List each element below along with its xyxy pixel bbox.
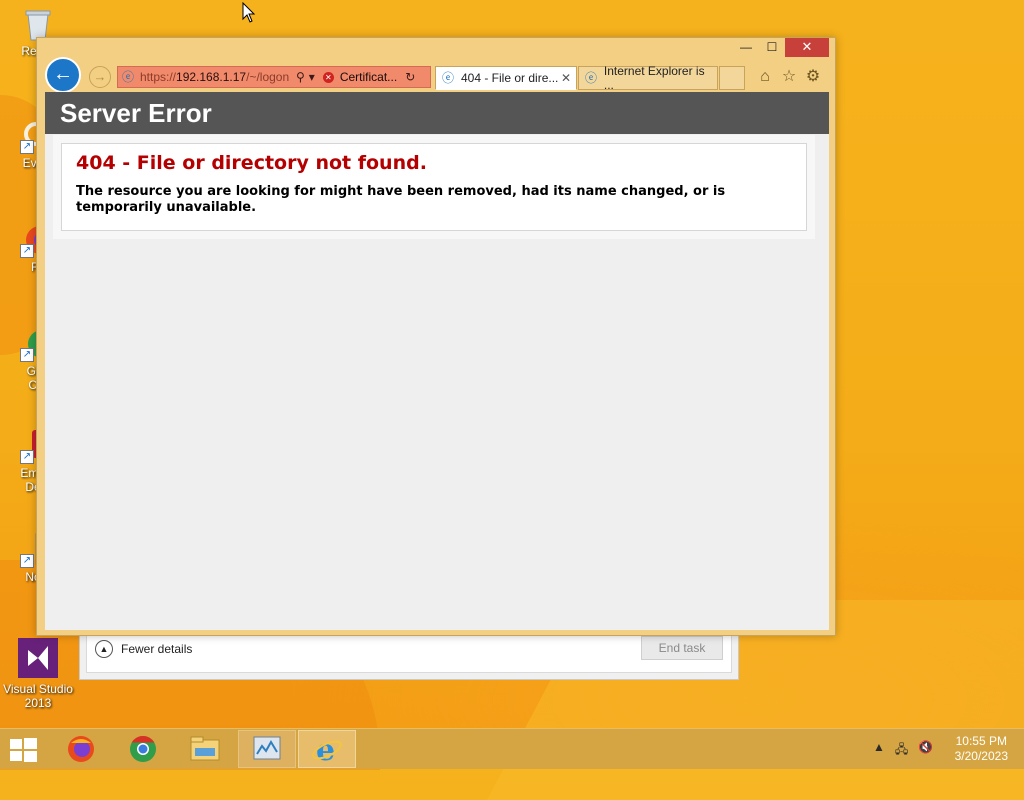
tab-internet-explorer[interactable]: ⓔ Internet Explorer is ... [578,64,718,92]
desktop-icon-label: 2013 [24,696,52,710]
refresh-icon[interactable]: ↻ [405,70,415,84]
firefox-icon [68,736,94,762]
browser-tools: ⌂ ☆ ⚙ [753,66,825,88]
page-header: Server Error [45,92,829,134]
internet-explorer-icon: ⓔ [442,71,455,85]
page-icon: ⓔ [122,70,135,84]
internet-explorer-icon: ⓔ [585,71,598,85]
settings-gear-icon[interactable]: ⚙ [801,66,825,88]
internet-explorer-window: — ☐ ✕ ← → ⓔ https://192.168.1.17/~/logon… [36,37,836,636]
error-title: 404 - File or directory not found. [76,152,427,174]
tab-title: Internet Explorer is ... [603,64,705,92]
desktop-icon-label: Visual Studio [3,682,73,696]
favorites-icon[interactable]: ☆ [777,66,801,88]
taskbar-internet-explorer[interactable]: e [298,730,356,768]
shortcut-arrow-icon: ↗ [20,554,34,568]
shortcut-arrow-icon: ↗ [20,348,34,362]
mouse-pointer-icon [242,2,256,23]
visual-studio-icon [16,636,60,680]
error-box: 404 - File or directory not found. The r… [61,143,807,231]
task-manager-icon [253,736,281,760]
clock-time: 10:55 PM [955,734,1007,748]
shortcut-arrow-icon: ↗ [20,450,34,464]
certificate-error-icon: ✕ [322,71,334,83]
close-tab-icon[interactable]: ✕ [561,71,571,85]
address-bar[interactable]: ⓔ https://192.168.1.17/~/logon ⚲ ▾ ✕ Cer… [117,66,431,88]
forward-button[interactable]: → [89,66,111,88]
taskbar-task-manager[interactable] [238,730,296,768]
maximize-button[interactable]: ☐ [759,38,785,57]
error-message: The resource you are looking for might h… [76,184,726,215]
taskbar-file-explorer[interactable] [176,730,234,768]
clock[interactable]: 10:55 PM 3/20/2023 [955,734,1008,764]
chrome-icon [130,735,156,762]
shortcut-arrow-icon: ↗ [20,244,34,258]
internet-explorer-icon: e [312,733,342,765]
home-icon[interactable]: ⌂ [753,66,777,88]
forward-arrow-icon: → [93,69,107,84]
file-explorer-icon [190,736,220,761]
page-content: Server Error 404 - File or directory not… [45,92,829,630]
taskbar-firefox[interactable] [52,730,110,768]
certificate-error-label[interactable]: Certificat... [340,70,397,84]
shortcut-arrow-icon: ↗ [20,140,34,154]
network-icon[interactable]: 🖧 [895,740,908,761]
chevron-up-icon: ▲ [95,640,113,658]
minimize-button[interactable]: — [733,38,759,57]
tab-404[interactable]: ⓔ 404 - File or dire... ✕ [435,66,577,90]
window-controls: — ☐ ✕ [733,38,829,57]
chevron-down-icon[interactable]: ▾ [309,70,315,84]
tab-title: 404 - File or dire... [461,71,559,85]
close-button[interactable]: ✕ [785,38,829,57]
new-tab-button[interactable] [719,66,745,90]
start-button[interactable] [8,737,38,763]
fewer-details-toggle[interactable]: ▲ Fewer details [95,640,192,658]
end-task-button[interactable]: End task [641,636,723,660]
back-arrow-icon: ← [53,63,73,85]
search-icon[interactable]: ⚲ [296,70,305,84]
fewer-details-label: Fewer details [121,642,193,656]
clock-date: 3/20/2023 [954,749,1008,763]
show-hidden-icons-icon[interactable]: ▲ [873,740,885,761]
task-manager-footer: ▲ Fewer details End task [86,631,732,673]
address-url[interactable]: https://192.168.1.17/~/logon [140,70,292,84]
back-button[interactable]: ← [45,57,81,93]
system-tray: ▲ 🖧 🔇 [873,740,933,761]
volume-muted-icon[interactable]: 🔇 [918,740,933,761]
taskbar-chrome[interactable] [114,730,172,768]
desktop-icon-visual-studio[interactable]: Visual Studio 2013 [2,636,74,710]
taskbar: e ▲ 🖧 🔇 10:55 PM 3/20/2023 [0,728,1024,769]
